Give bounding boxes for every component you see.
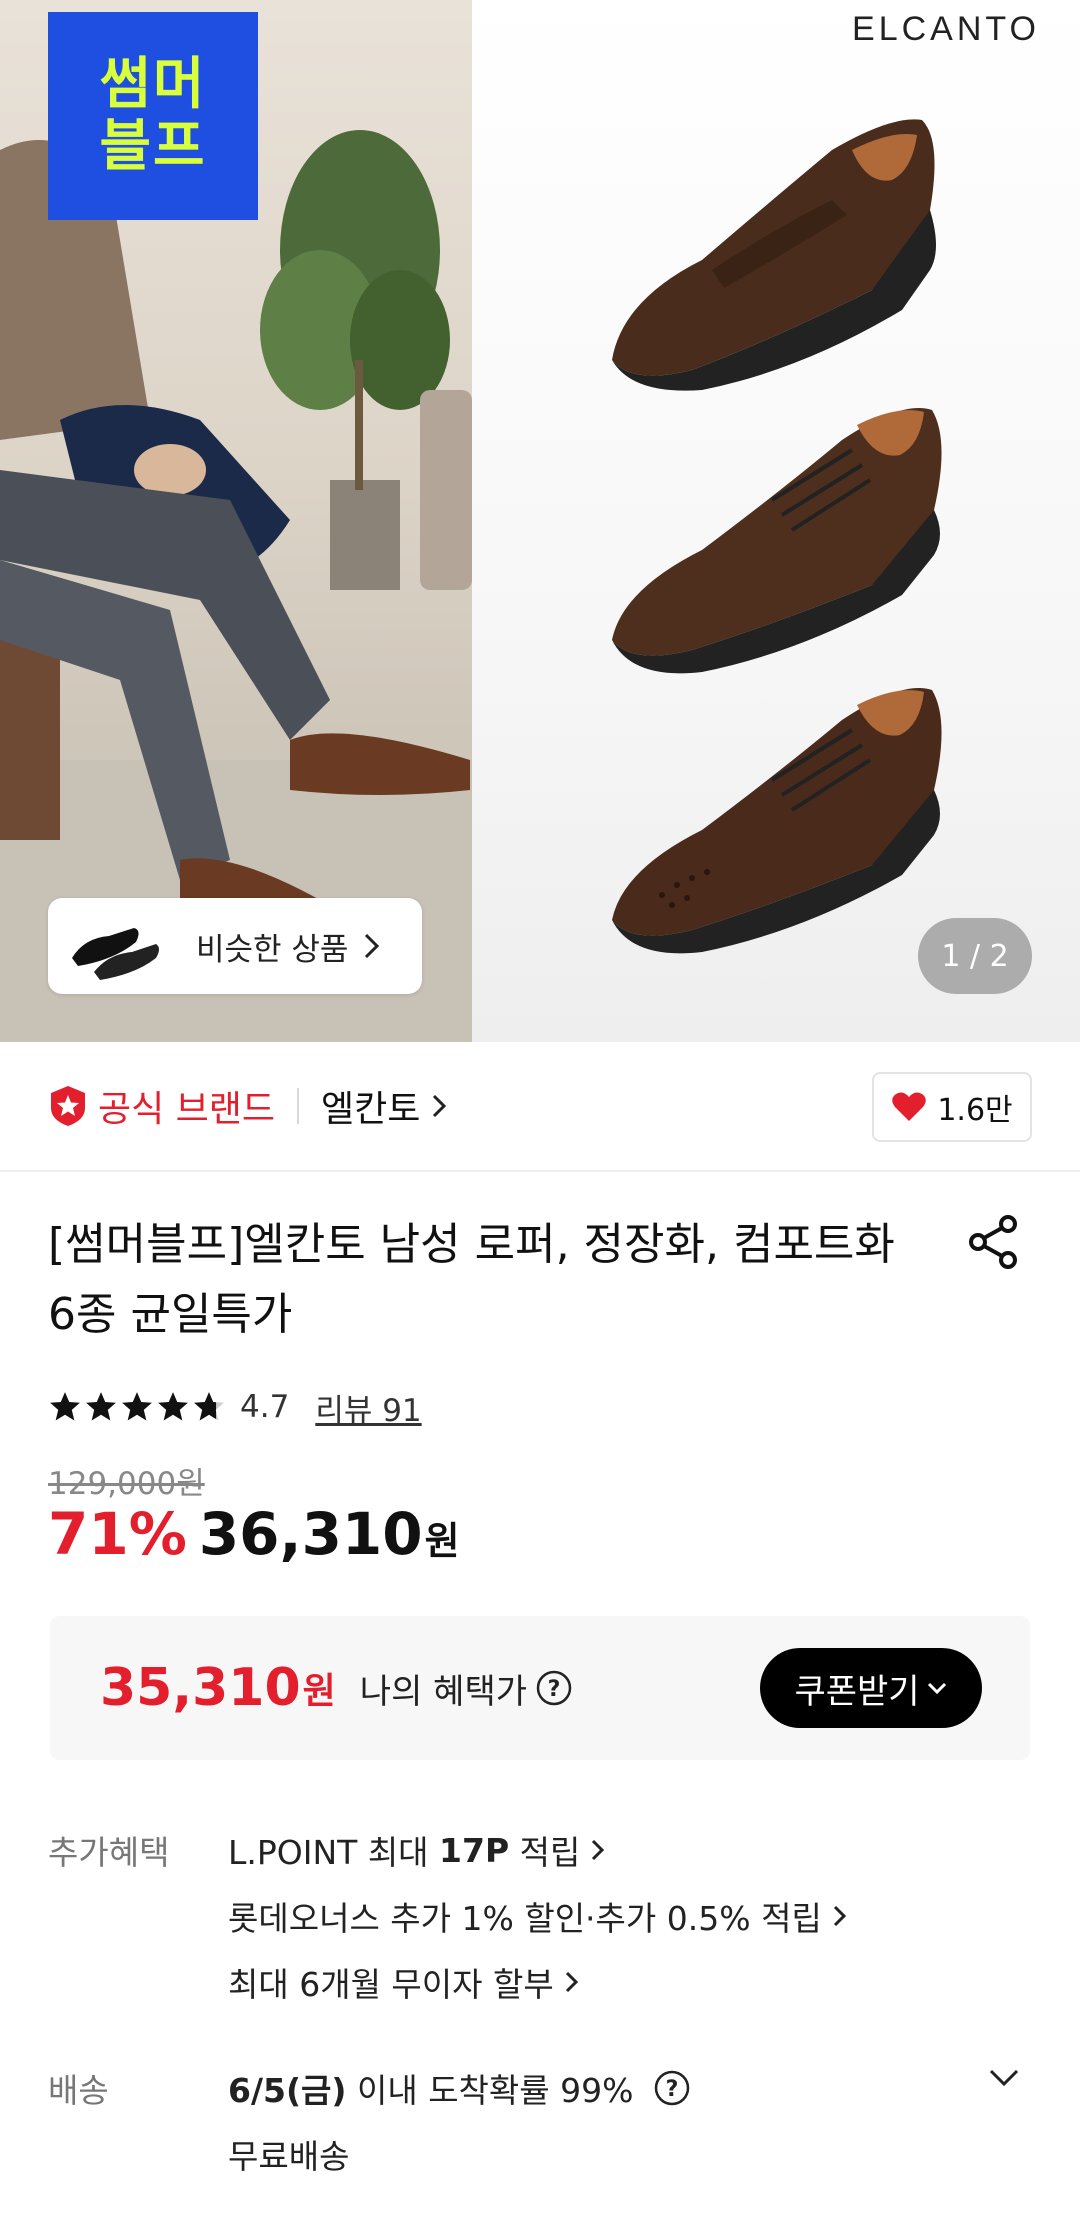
promo-badge-line-2: 블프 (99, 114, 207, 179)
chevron-right-icon (833, 1905, 846, 1927)
chevron-right-icon (592, 1839, 605, 1861)
delivery-fee: 무료배송 (228, 2137, 350, 2176)
shoe-lineup-photo (472, 0, 1080, 1042)
rating-row: 4.7 리뷰 91 (48, 1382, 422, 1432)
divider (297, 1088, 300, 1124)
chevron-right-icon (565, 1971, 578, 1993)
lpoint-benefit-link[interactable]: L.POINT 최대 17P 적립 (228, 1826, 606, 1874)
share-button[interactable] (966, 1214, 1022, 1270)
star-rating (48, 1390, 228, 1424)
chevron-right-icon (365, 933, 380, 959)
card-benefit-link[interactable]: 롯데오너스 추가 1% 할인·추가 0.5% 적립 (228, 1892, 848, 1940)
product-title: [썸머블프]엘칸토 남성 로퍼, 정장화, 컴포트화 6종 균일특가 (48, 1219, 895, 1340)
shoe-lineup-illustration (612, 119, 942, 954)
original-price: 129,000원 (48, 1466, 205, 1502)
promo-badge-line-1: 썸머 (99, 52, 207, 117)
svg-text:?: ? (548, 1677, 561, 1702)
sale-price: 36,310 (198, 1500, 423, 1568)
installment-text: 최대 6개월 무이자 할부 (228, 1965, 554, 2004)
star-half-icon (194, 1392, 224, 1421)
share-icon (969, 1215, 1017, 1269)
brand-link[interactable]: 엘칸토 (321, 1080, 420, 1132)
installment-benefit-link[interactable]: 최대 6개월 무이자 할부 (228, 1958, 580, 2006)
similar-products-button[interactable]: 비슷한 상품 (48, 898, 422, 994)
delivery-expand-button[interactable] (988, 2068, 1020, 2092)
star-icon (122, 1392, 152, 1421)
price-unit: 원 (424, 1519, 460, 1563)
lpoint-points: 17P (439, 1830, 510, 1870)
lpoint-prefix: L.POINT 최대 (228, 1833, 440, 1872)
help-icon[interactable]: ? (643, 2069, 691, 2107)
delivery-label: 배송 (48, 2071, 109, 2110)
delivery-probability: 이내 도착확률 99% (346, 2071, 634, 2110)
similar-products-label: 비슷한 상품 (196, 931, 349, 968)
get-coupon-button[interactable]: 쿠폰받기 (760, 1648, 982, 1728)
brand-logo: ELCANTO (852, 10, 1040, 48)
price-row: 71% 36,310 원 (48, 1500, 460, 1580)
benefit-price-unit: 원 (302, 1671, 336, 1712)
brand-row: 공식 브랜드 엘칸토 1.6만 (0, 1042, 1080, 1172)
similar-products-thumbnail (60, 905, 168, 987)
chevron-right-icon (433, 1094, 447, 1118)
product-image-carousel[interactable]: 썸머 블프 ELCANTO 비슷한 상품 1 / 2 (0, 0, 1080, 1042)
delivery-estimate: 6/5(금) 이내 도착확률 99% ? (228, 2064, 691, 2112)
benefit-price-label: 나의 혜택가 (359, 1671, 528, 1712)
promo-badge: 썸머 블프 (48, 12, 258, 220)
star-icon (158, 1392, 188, 1421)
extra-benefits-label: 추가혜택 (48, 1833, 170, 1872)
official-star-badge-icon (51, 1086, 85, 1126)
svg-text:?: ? (666, 2077, 679, 2102)
lpoint-suffix: 적립 (509, 1833, 581, 1872)
review-link[interactable]: 리뷰 91 (315, 1385, 421, 1430)
get-coupon-label: 쿠폰받기 (794, 1671, 920, 1712)
star-icon (86, 1392, 116, 1421)
heart-icon (892, 1092, 927, 1121)
benefit-price: 35,310 (100, 1658, 301, 1718)
chevron-down-icon (989, 2069, 1019, 2087)
image-page-indicator: 1 / 2 (918, 918, 1032, 994)
chevron-down-icon (927, 1682, 946, 1695)
wishlist-button[interactable]: 1.6만 (872, 1072, 1032, 1142)
rating-value: 4.7 (240, 1389, 290, 1425)
card-benefit-text: 롯데오너스 추가 1% 할인·추가 0.5% 적립 (228, 1899, 822, 1938)
official-brand-label: 공식 브랜드 (98, 1089, 276, 1130)
wishlist-count: 1.6만 (937, 1093, 1013, 1128)
delivery-date: 6/5(금) (228, 2071, 347, 2110)
help-icon[interactable]: ? (535, 1669, 573, 1707)
my-benefit-price-box: 35,310 원 나의 혜택가 ? 쿠폰받기 (50, 1616, 1030, 1760)
official-brand-tag: 공식 브랜드 (48, 1080, 275, 1132)
discount-rate: 71% (48, 1500, 187, 1568)
star-icon (50, 1392, 80, 1421)
